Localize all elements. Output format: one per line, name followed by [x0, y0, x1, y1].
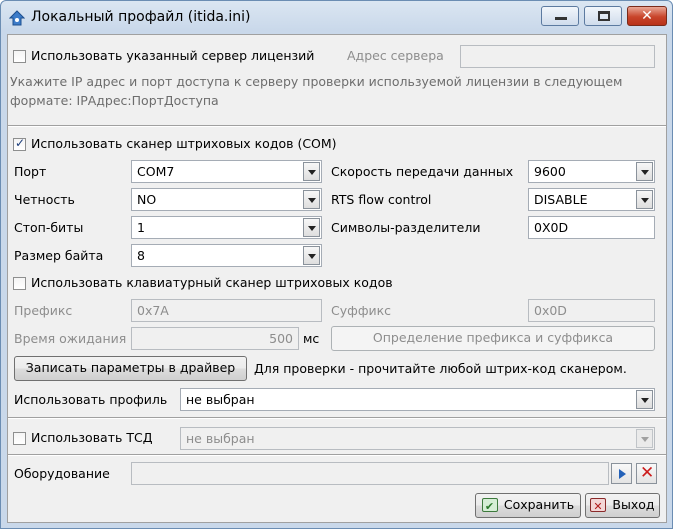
keyboard-scanner-checkbox[interactable]: [13, 277, 26, 290]
stopbits-value: 1: [137, 220, 145, 235]
divider: [8, 125, 666, 127]
chevron-down-icon[interactable]: [303, 218, 320, 237]
exit-button-label: Выход: [612, 497, 655, 512]
delimiters-label: Символы-разделители: [331, 220, 481, 235]
chevron-down-icon[interactable]: [303, 246, 320, 265]
timeout-unit: мс: [303, 331, 320, 346]
save-button-label: Сохранить: [503, 497, 575, 512]
title-bar[interactable]: Локальный профайл (itida.ini) ✕: [1, 1, 672, 35]
profile-select[interactable]: не выбран: [180, 388, 655, 411]
check-icon: ✓: [15, 136, 26, 150]
exit-button[interactable]: ✕ Выход: [585, 493, 660, 518]
close-button[interactable]: ✕: [627, 6, 667, 26]
profile-label: Использовать профиль: [14, 392, 168, 407]
maximize-icon: [598, 11, 610, 21]
maximize-button[interactable]: [584, 6, 622, 26]
tsd-value: не выбран: [186, 431, 255, 446]
minimize-button[interactable]: [541, 6, 579, 26]
dialog-body: Использовать указанный сервер лицензий А…: [7, 34, 667, 523]
profile-value: не выбран: [186, 392, 255, 407]
delimiters-field[interactable]: 0X0D: [528, 216, 655, 239]
port-value: COM7: [137, 164, 175, 179]
suffix-label: Суффикс: [331, 303, 392, 318]
tsd-checkbox[interactable]: [13, 432, 26, 445]
chevron-down-icon[interactable]: [303, 190, 320, 209]
tsd-label: Использовать ТСД: [31, 430, 153, 445]
server-address-field[interactable]: [460, 45, 655, 68]
stopbits-select[interactable]: 1: [131, 216, 322, 239]
com-scanner-checkbox[interactable]: ✓: [13, 136, 26, 151]
minimize-icon: [555, 17, 567, 20]
chevron-down-icon[interactable]: [636, 390, 653, 409]
parity-value: NO: [137, 192, 157, 207]
port-select[interactable]: COM7: [131, 160, 322, 183]
chevron-down-icon[interactable]: [636, 162, 653, 181]
equipment-label: Оборудование: [14, 466, 110, 481]
save-button[interactable]: ✔ Сохранить: [475, 493, 581, 518]
rts-label: RTS flow control: [331, 192, 432, 207]
rts-value: DISABLE: [534, 192, 588, 207]
close-icon: ✕: [641, 8, 653, 24]
save-icon: ✔: [481, 497, 498, 513]
chevron-down-icon[interactable]: [303, 162, 320, 181]
divider: [8, 417, 666, 419]
license-server-label: Использовать указанный сервер лицензий: [31, 48, 315, 63]
keyboard-scanner-label: Использовать клавиатурный сканер штрихов…: [31, 275, 393, 290]
timeout-field[interactable]: 500: [131, 327, 299, 350]
check-hint: Для проверки - прочитайте любой штрих-ко…: [254, 361, 627, 376]
window-title: Локальный профайл (itida.ini): [31, 9, 251, 25]
parity-select[interactable]: NO: [131, 188, 322, 211]
license-server-checkbox[interactable]: [13, 50, 26, 63]
bytesize-label: Размер байта: [14, 248, 104, 263]
suffix-field[interactable]: 0x0D: [528, 299, 655, 322]
equipment-clear-button[interactable]: ✕: [636, 463, 657, 484]
server-address-label: Адрес сервера: [347, 48, 444, 63]
play-icon: [619, 469, 626, 479]
exit-icon: ✕: [590, 497, 607, 513]
exit-icon-glyph: ✕: [593, 499, 603, 513]
license-hint: Укажите IP адрес и порт доступа к сервер…: [10, 74, 623, 108]
window: Локальный профайл (itida.ini) ✕ Использо…: [0, 0, 673, 529]
bytesize-value: 8: [137, 248, 145, 263]
com-scanner-label: Использовать сканер штриховых кодов (COM…: [31, 136, 337, 151]
baud-select[interactable]: 9600: [528, 160, 655, 183]
divider: [8, 454, 666, 456]
rts-select[interactable]: DISABLE: [528, 188, 655, 211]
tsd-select[interactable]: не выбран: [180, 427, 655, 450]
detect-prefix-suffix-button[interactable]: Определение префикса и суффикса: [331, 326, 655, 351]
chevron-down-icon[interactable]: [636, 429, 653, 448]
baud-label: Скорость передачи данных: [331, 164, 514, 179]
timeout-label: Время ожидания: [14, 331, 127, 346]
chevron-down-icon[interactable]: [636, 190, 653, 209]
bytesize-select[interactable]: 8: [131, 244, 322, 267]
parity-label: Четность: [14, 192, 75, 207]
equipment-field[interactable]: [131, 462, 609, 485]
stopbits-label: Стоп-биты: [14, 220, 84, 235]
app-icon: [9, 10, 25, 26]
port-label: Порт: [14, 164, 47, 179]
save-icon-glyph: ✔: [484, 499, 495, 513]
write-driver-button[interactable]: Записать параметры в драйвер: [14, 356, 247, 381]
baud-value: 9600: [534, 164, 566, 179]
prefix-field[interactable]: 0x7A: [131, 299, 322, 322]
delete-icon: ✕: [640, 463, 655, 483]
prefix-label: Префикс: [14, 303, 73, 318]
equipment-select-button[interactable]: [611, 463, 632, 484]
